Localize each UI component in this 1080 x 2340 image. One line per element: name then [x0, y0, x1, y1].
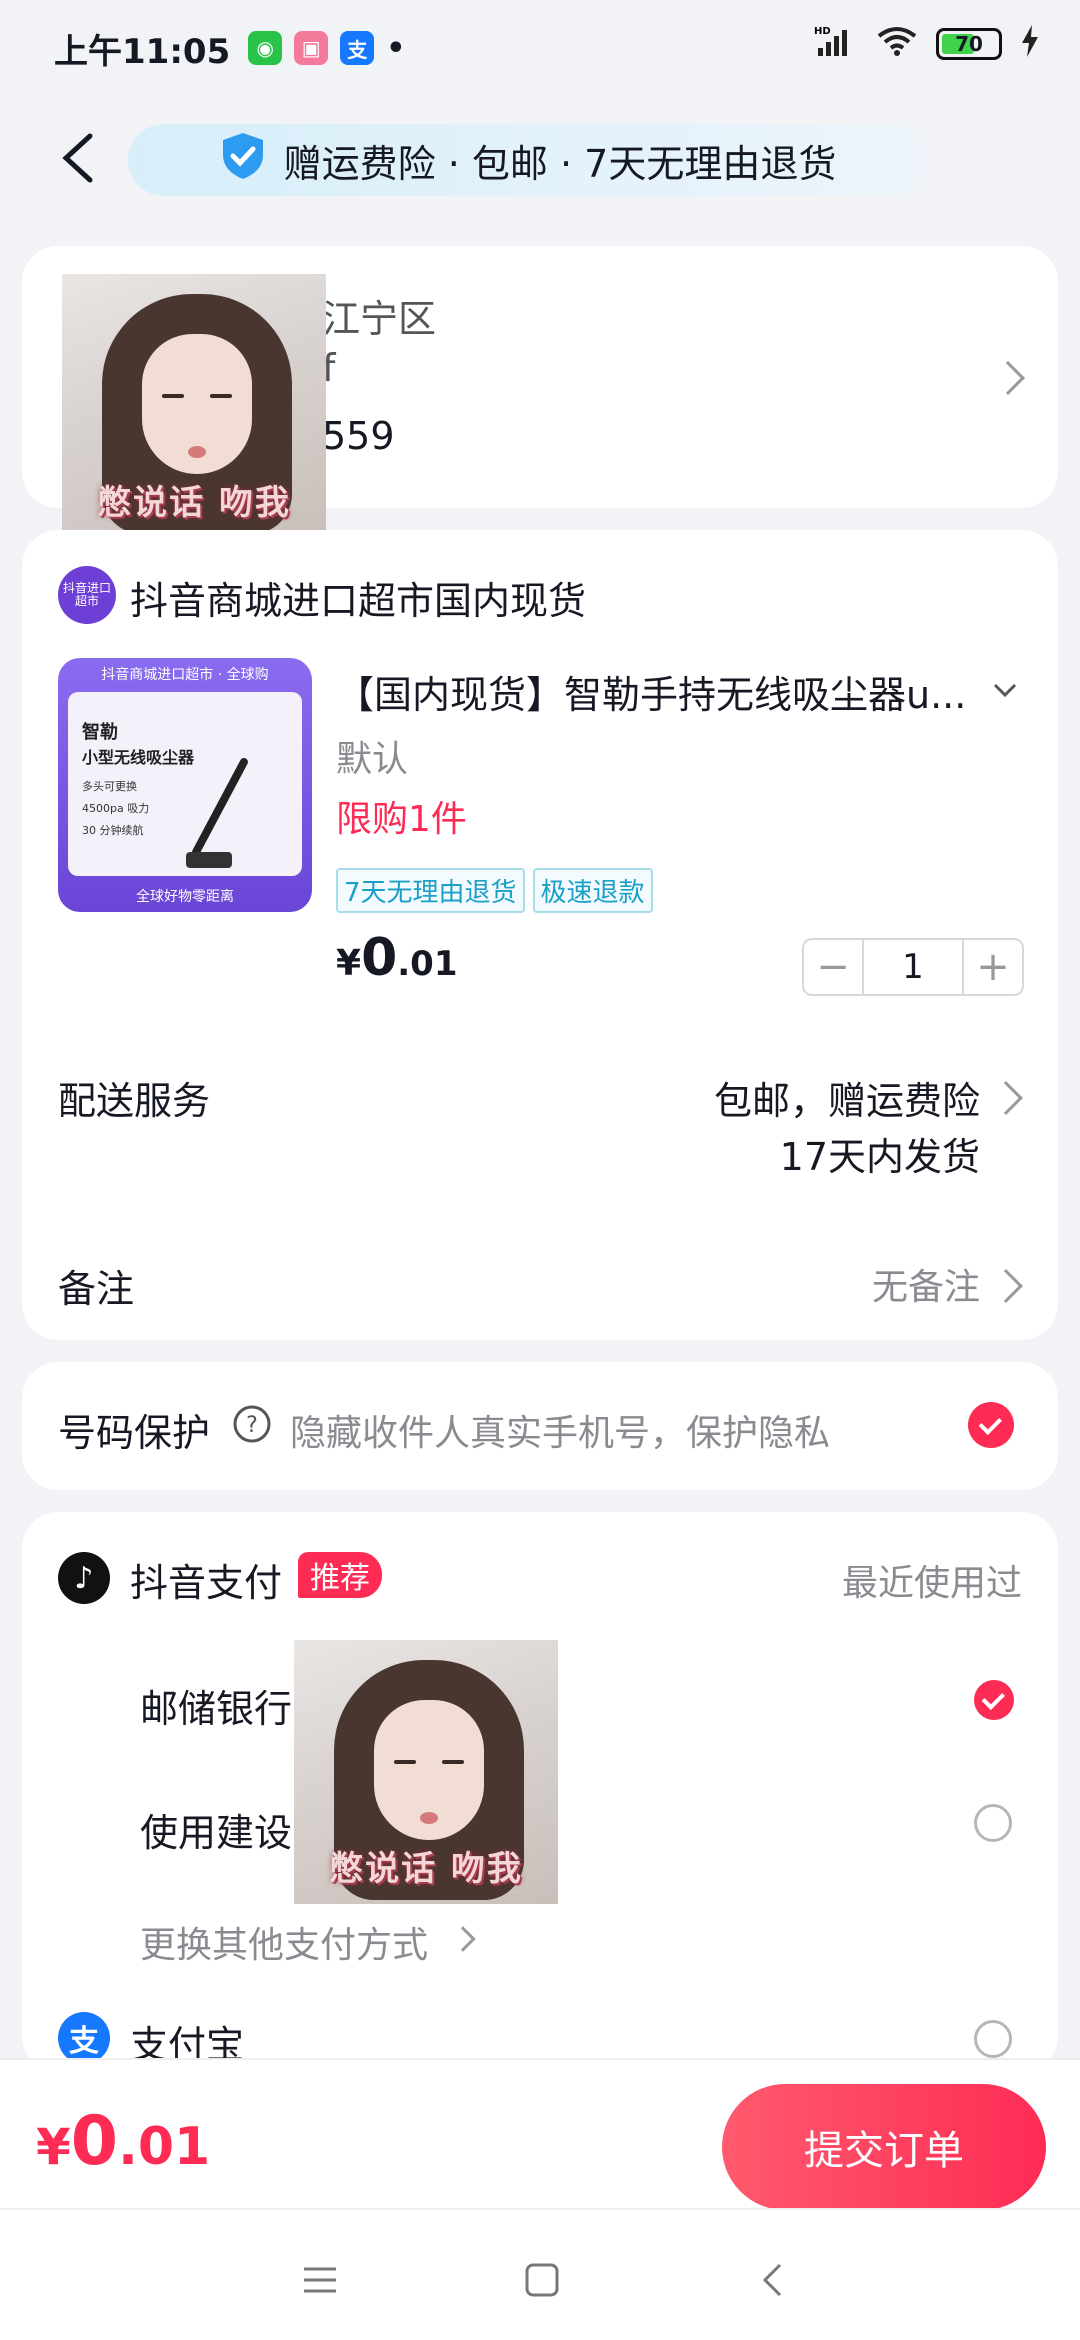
sticker-caption: 憋说话 吻我 — [97, 483, 291, 523]
privacy-label: 号码保护 — [58, 1411, 211, 1455]
shop-logo[interactable]: 抖音进口超市 — [58, 566, 116, 624]
menu-icon[interactable] — [290, 2250, 350, 2310]
douyin-logo-icon: ♪ — [58, 1552, 110, 1604]
help-icon[interactable]: ? — [232, 1404, 272, 1448]
wechat-icon: ◉ — [248, 31, 283, 65]
purchase-limit: 限购1件 — [336, 799, 467, 840]
product-image-bullet: 30 分钟续航 — [82, 824, 144, 837]
chevron-left-icon — [62, 133, 93, 183]
status-time: 上午11:05 — [54, 31, 231, 72]
wifi-icon — [876, 24, 918, 64]
recommend-badge: 推荐 — [298, 1552, 382, 1598]
svg-text:?: ? — [246, 1413, 258, 1438]
product-image-title: 智勒 — [82, 722, 118, 743]
back-button[interactable] — [52, 128, 112, 188]
chevron-right-icon[interactable] — [989, 1081, 1023, 1115]
banner-text: 赠运费险 · 包邮 · 7天无理由退货 — [283, 141, 837, 186]
shipping-label: 配送服务 — [58, 1079, 211, 1123]
sticker-overlay[interactable]: 憋说话 吻我 — [294, 1640, 558, 1904]
shop-name[interactable]: 抖音商城进口超市国内现货 — [130, 570, 586, 625]
tag-refund: 极速退款 — [532, 868, 653, 913]
note-label: 备注 — [58, 1267, 135, 1311]
product-card: 抖音进口超市 抖音商城进口超市国内现货 抖音商城进口超市 · 全球购 智勒 小型… — [22, 530, 1058, 1340]
address-phone: 559 — [322, 414, 395, 458]
battery-level: 70 — [955, 32, 983, 56]
chevron-right-icon — [991, 361, 1025, 395]
privacy-checkbox[interactable] — [968, 1402, 1014, 1448]
status-right: HD 70 — [814, 24, 1040, 64]
product-image-subtitle: 小型无线吸尘器 — [82, 748, 195, 767]
product-image-footer: 全球好物零距离 — [136, 889, 234, 905]
payment-option-ccb[interactable]: 使用建设 — [140, 1802, 292, 1857]
privacy-description: 隐藏收件人真实手机号，保护隐私 — [290, 1413, 831, 1454]
signal-icon: HD — [814, 24, 858, 64]
shield-check-icon — [220, 131, 266, 190]
nav-back-icon[interactable] — [742, 2250, 802, 2310]
douyin-pay-label[interactable]: 抖音支付 — [130, 1552, 282, 1607]
recent-used-label: 最近使用过 — [841, 1563, 1022, 1604]
shipping-time: 17天内发货 — [779, 1135, 980, 1179]
system-nav-bar — [0, 2208, 1080, 2340]
radio-unselected[interactable] — [974, 2020, 1012, 2058]
submit-order-button[interactable]: 提交订单 — [722, 2084, 1046, 2210]
sticker-overlay[interactable]: 憋说话 吻我 — [62, 274, 326, 538]
product-price: ¥0.01 — [336, 928, 458, 988]
tag-return: 7天无理由退货 — [336, 868, 525, 913]
checkout-bar: ¥0.01 提交订单 — [0, 2058, 1080, 2210]
product-image-bullet: 4500pa 吸力 — [82, 802, 150, 815]
product-image-bullet: 多头可更换 — [82, 780, 137, 793]
alipay-status-icon: 支 — [340, 31, 375, 65]
home-icon[interactable] — [512, 2250, 572, 2310]
alipay-icon: 支 — [58, 2012, 110, 2064]
chevron-right-icon[interactable] — [989, 1269, 1023, 1303]
address-line-1: 江宁区 — [322, 297, 437, 341]
quantity-value[interactable]: 1 — [862, 940, 964, 994]
product-image-header: 抖音商城进口超市 · 全球购 — [101, 667, 269, 683]
product-image[interactable]: 抖音商城进口超市 · 全球购 智勒 小型无线吸尘器 多头可更换 4500pa 吸… — [58, 658, 312, 912]
shipping-value[interactable]: 包邮，赠运费险 — [714, 1070, 980, 1125]
radio-selected[interactable] — [974, 1680, 1014, 1720]
product-tags: 7天无理由退货 极速退款 — [336, 868, 653, 913]
product-title[interactable]: 【国内现货】智勒手持无线吸尘器u... — [336, 664, 1016, 719]
radio-unselected[interactable] — [974, 1804, 1012, 1842]
payment-option-bank[interactable]: 邮储银行 — [140, 1678, 292, 1733]
privacy-card: 号码保护 ? 隐藏收件人真实手机号，保护隐私 — [22, 1362, 1058, 1490]
chevron-down-icon[interactable] — [992, 680, 1018, 704]
plus-button[interactable]: + — [964, 940, 1022, 994]
more-dot-icon: • — [386, 30, 406, 66]
more-payment-link[interactable]: 更换其他支付方式 — [140, 1916, 428, 1968]
quantity-stepper: − 1 + — [802, 938, 1024, 996]
battery-icon: 70 — [936, 28, 1002, 60]
sticker-caption: 憋说话 吻我 — [329, 1849, 523, 1889]
minus-button[interactable]: − — [804, 940, 862, 994]
charging-icon — [1020, 25, 1040, 63]
note-value[interactable]: 无备注 — [872, 1258, 980, 1310]
vacuum-illustration — [190, 756, 250, 858]
total-price: ¥0.01 — [36, 2102, 211, 2181]
chevron-right-icon — [450, 1926, 476, 1952]
product-variant: 默认 — [336, 739, 409, 780]
svg-text:HD: HD — [814, 26, 831, 37]
service-banner[interactable]: 赠运费险 · 包邮 · 7天无理由退货 — [128, 124, 928, 196]
bilibili-icon: ▣ — [294, 31, 329, 65]
